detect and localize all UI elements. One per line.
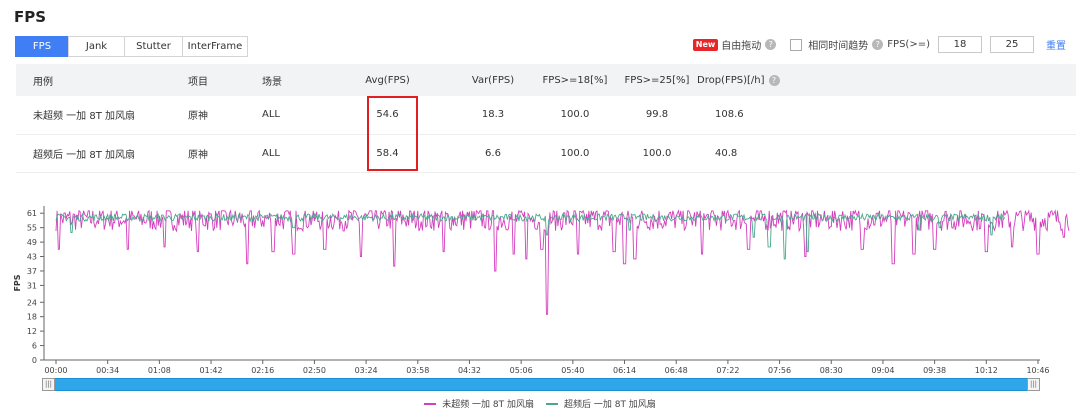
- legend-swatch: [424, 402, 437, 405]
- tab-bar: FPS Jank Stutter InterFrame: [15, 36, 248, 57]
- x-tick-label: 00:00: [44, 366, 67, 375]
- col-header-item: 项目: [188, 76, 208, 88]
- legend-swatch: [546, 402, 558, 405]
- col-header-scene: 场景: [262, 76, 282, 88]
- col-header-var-fps: Var(FPS): [471, 74, 515, 86]
- col-header-case: 用例: [33, 76, 53, 88]
- y-tick-label: 6: [32, 342, 37, 351]
- y-tick-label: 55: [27, 224, 37, 233]
- slider-left-handle[interactable]: |||: [42, 378, 55, 391]
- cell-case: 超频后 一加 8T 加风扇: [33, 149, 136, 161]
- tab-jank[interactable]: Jank: [68, 36, 125, 57]
- cell-item: 原神: [188, 111, 208, 123]
- legend-item[interactable]: 超频后 一加 8T 加风扇: [546, 397, 656, 410]
- x-tick-label: 09:38: [923, 366, 946, 375]
- table-header-row: 用例 项目 场景 Avg(FPS) Var(FPS) FPS>=18[%] FP…: [16, 64, 1076, 96]
- reset-link[interactable]: 重置: [1046, 37, 1066, 52]
- x-tick-label: 02:16: [251, 366, 274, 375]
- cell-fps18: 100.0: [560, 147, 590, 159]
- x-tick-label: 06:14: [613, 366, 636, 375]
- slider-right-handle[interactable]: |||: [1027, 378, 1040, 391]
- cell-item: 原神: [188, 149, 208, 161]
- x-tick-label: 01:08: [148, 366, 171, 375]
- cell-spacer: [787, 134, 1076, 172]
- x-tick-label: 09:04: [871, 366, 894, 375]
- x-tick-label: 07:56: [768, 366, 791, 375]
- y-tick-label: 0: [32, 356, 37, 365]
- cell-spacer: [787, 96, 1076, 134]
- legend-label: 未超频 一加 8T 加风扇: [442, 400, 534, 410]
- x-tick-label: 10:12: [975, 366, 998, 375]
- x-tick-label: 03:24: [355, 366, 378, 375]
- fps-threshold-input-2[interactable]: [990, 36, 1034, 53]
- help-icon[interactable]: ?: [872, 39, 884, 50]
- free-drag-label[interactable]: 自由拖动: [721, 37, 761, 52]
- x-tick-label: 05:40: [561, 366, 584, 375]
- chart-controls: New 自由拖动 ? 相同时间趋势 ? FPS(>=) 重置: [692, 36, 1066, 53]
- x-tick-label: 00:34: [96, 366, 119, 375]
- cell-fps25: 100.0: [642, 147, 672, 159]
- x-tick-label: 04:32: [458, 366, 481, 375]
- col-header-avg-fps: Avg(FPS): [365, 74, 410, 86]
- cell-var-fps: 18.3: [481, 109, 505, 121]
- time-range-slider[interactable]: [44, 378, 1040, 391]
- chart-legend: 未超频 一加 8T 加风扇 超频后 一加 8T 加风扇: [0, 397, 1080, 410]
- y-tick-label: 49: [27, 238, 37, 247]
- fps-threshold-input-1[interactable]: [938, 36, 982, 53]
- table-row: 未超频 一加 8T 加风扇 原神 ALL 54.6 18.3 100.0 99.…: [16, 96, 1076, 134]
- cell-var-fps: 6.6: [485, 147, 501, 159]
- help-icon[interactable]: ?: [765, 39, 777, 50]
- x-tick-label: 06:48: [665, 366, 688, 375]
- tab-fps[interactable]: FPS: [15, 36, 69, 57]
- tab-interframe[interactable]: InterFrame: [182, 36, 248, 57]
- y-tick-label: 24: [27, 298, 37, 307]
- drop-fps-label: Drop(FPS)[/h]: [697, 74, 765, 86]
- results-table: 用例 项目 场景 Avg(FPS) Var(FPS) FPS>=18[%] FP…: [16, 64, 1076, 173]
- y-tick-label: 31: [27, 281, 37, 290]
- cell-fps25: 99.8: [645, 109, 669, 121]
- cell-fps18: 100.0: [560, 109, 590, 121]
- tab-stutter[interactable]: Stutter: [124, 36, 183, 57]
- y-tick-label: 61: [27, 209, 37, 218]
- x-tick-label: 10:46: [1026, 366, 1049, 375]
- y-tick-label: 43: [27, 253, 37, 262]
- col-header-fps18: FPS>=18[%]: [542, 74, 608, 86]
- x-tick-label: 01:42: [200, 366, 223, 375]
- series-line: [55, 209, 1070, 315]
- cell-scene: ALL: [262, 109, 280, 121]
- same-time-trend-label: 相同时间趋势: [808, 41, 869, 52]
- x-tick-label: 03:58: [406, 366, 429, 375]
- y-axis-label: FPS: [13, 274, 22, 291]
- x-tick-label: 05:06: [510, 366, 533, 375]
- fps-line-chart[interactable]: 0 6 12 18 24 31 37 43 49 55 61 00:00 00:34 01:08 01:42…: [0, 196, 1080, 376]
- legend-item[interactable]: 未超频 一加 8T 加风扇: [424, 397, 534, 410]
- cell-avg-fps: 58.4: [376, 147, 399, 159]
- cell-drop-fps: 40.8: [715, 147, 738, 159]
- col-header-fps25: FPS>=25[%]: [624, 74, 690, 86]
- cell-drop-fps: 108.6: [715, 109, 744, 121]
- x-tick-label: 02:50: [303, 366, 326, 375]
- y-tick-label: 18: [27, 313, 37, 322]
- x-tick-label: 08:30: [820, 366, 843, 375]
- x-tick-label: 07:22: [716, 366, 739, 375]
- legend-label: 超频后 一加 8T 加风扇: [564, 400, 656, 410]
- col-header-drop-fps: Drop(FPS)[/h]?: [697, 64, 787, 96]
- col-header-spacer: [787, 64, 1076, 96]
- y-tick-label: 12: [27, 327, 37, 336]
- cell-scene: ALL: [262, 147, 280, 159]
- cell-avg-fps: 54.6: [376, 109, 399, 121]
- help-icon[interactable]: ?: [768, 74, 780, 86]
- table-row: 超频后 一加 8T 加风扇 原神 ALL 58.4 6.6 100.0 100.…: [16, 134, 1076, 172]
- new-badge: New: [692, 38, 719, 51]
- page-title: FPS: [14, 8, 47, 26]
- cell-case: 未超频 一加 8T 加风扇: [33, 111, 136, 123]
- same-time-trend-checkbox[interactable]: [790, 38, 803, 51]
- y-tick-label: 37: [27, 267, 37, 276]
- fps-threshold-label: FPS(>=): [887, 39, 930, 50]
